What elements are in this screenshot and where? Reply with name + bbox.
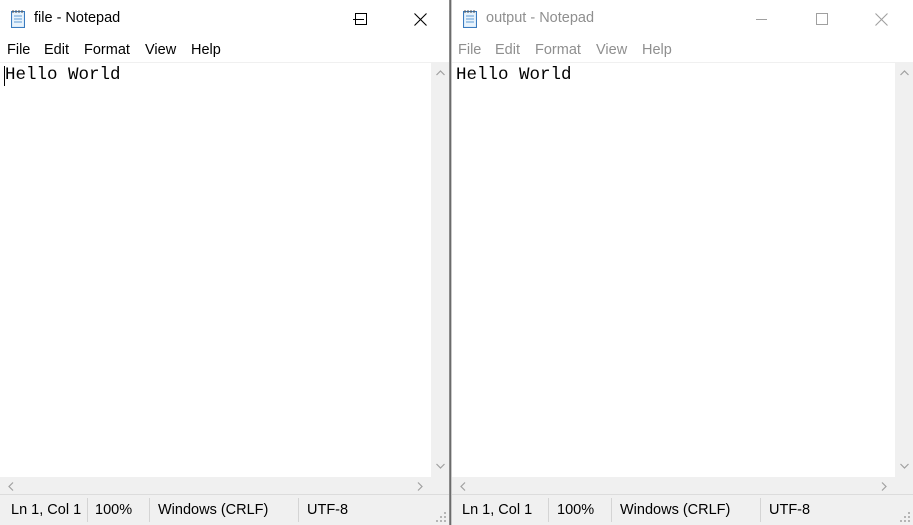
scrollbar-corner	[895, 477, 913, 495]
chevron-up-icon	[435, 70, 445, 76]
status-encoding: UTF-8	[769, 502, 811, 518]
menu-format[interactable]: Format	[84, 42, 130, 58]
status-divider	[298, 498, 299, 522]
menu-bar: File Edit Format View Help	[452, 38, 913, 62]
menu-bar: File Edit Format View Help	[0, 38, 449, 62]
text-editor[interactable]: Hello World	[0, 62, 431, 495]
menu-help[interactable]: Help	[191, 42, 221, 58]
maximize-button[interactable]	[338, 0, 384, 38]
chevron-left-icon	[8, 481, 14, 491]
minimize-icon	[756, 19, 767, 20]
status-encoding: UTF-8	[307, 502, 349, 518]
status-divider	[611, 498, 612, 522]
status-line-ending: Windows (CRLF)	[620, 502, 731, 518]
scroll-left-button[interactable]	[454, 477, 472, 495]
status-zoom: 100%	[95, 502, 133, 518]
notepad-icon[interactable]	[10, 9, 26, 28]
close-button[interactable]	[397, 0, 443, 38]
editor-content[interactable]: Hello World	[456, 65, 572, 85]
title-bar[interactable]: output - Notepad	[452, 0, 913, 38]
close-icon	[413, 12, 427, 26]
chevron-right-icon	[417, 481, 423, 491]
title-bar[interactable]: file - Notepad	[0, 0, 449, 38]
status-divider	[548, 498, 549, 522]
menu-format[interactable]: Format	[535, 42, 581, 58]
horizontal-scrollbar[interactable]	[452, 477, 895, 495]
maximize-icon	[816, 13, 828, 25]
window-title: output - Notepad	[486, 10, 595, 26]
menu-file[interactable]: File	[7, 42, 30, 58]
menu-help[interactable]: Help	[642, 42, 672, 58]
notepad-window-file[interactable]: file - Notepad File Edit Format View Hel…	[0, 0, 450, 525]
chevron-down-icon	[899, 463, 909, 469]
window-title: file - Notepad	[34, 10, 121, 26]
chevron-left-icon	[460, 481, 466, 491]
status-divider	[760, 498, 761, 522]
chevron-up-icon	[899, 70, 909, 76]
status-cursor-position: Ln 1, Col 1	[462, 502, 533, 518]
editor-content[interactable]: Hello World	[5, 65, 121, 85]
scroll-right-button[interactable]	[875, 477, 893, 495]
text-editor[interactable]: Hello World	[452, 62, 895, 495]
menu-edit[interactable]: Edit	[495, 42, 520, 58]
scroll-left-button[interactable]	[2, 477, 20, 495]
close-button[interactable]	[858, 0, 904, 38]
resize-grip-icon[interactable]	[899, 511, 911, 523]
vertical-scrollbar[interactable]	[431, 62, 449, 477]
scroll-up-button[interactable]	[431, 64, 449, 82]
chevron-right-icon	[881, 481, 887, 491]
menu-view[interactable]: View	[145, 42, 176, 58]
scroll-right-button[interactable]	[411, 477, 429, 495]
scroll-down-button[interactable]	[895, 457, 913, 475]
maximize-button[interactable]	[799, 0, 845, 38]
menu-view[interactable]: View	[596, 42, 627, 58]
scroll-down-button[interactable]	[431, 457, 449, 475]
close-icon	[874, 12, 888, 26]
resize-grip-icon[interactable]	[435, 511, 447, 523]
status-cursor-position: Ln 1, Col 1	[11, 502, 82, 518]
menu-edit[interactable]: Edit	[44, 42, 69, 58]
horizontal-scrollbar[interactable]	[0, 477, 431, 495]
status-line-ending: Windows (CRLF)	[158, 502, 269, 518]
minimize-button[interactable]	[739, 0, 785, 38]
status-bar: Ln 1, Col 1 100% Windows (CRLF) UTF-8	[0, 494, 449, 525]
maximize-icon	[355, 13, 367, 25]
vertical-scrollbar[interactable]	[895, 62, 913, 477]
notepad-icon[interactable]	[462, 9, 478, 28]
scrollbar-corner	[431, 477, 449, 495]
status-divider	[87, 498, 88, 522]
menu-file[interactable]: File	[458, 42, 481, 58]
notepad-window-output[interactable]: output - Notepad File Edit Format View H…	[451, 0, 913, 525]
scroll-up-button[interactable]	[895, 64, 913, 82]
status-zoom: 100%	[557, 502, 595, 518]
chevron-down-icon	[435, 463, 445, 469]
status-divider	[149, 498, 150, 522]
status-bar: Ln 1, Col 1 100% Windows (CRLF) UTF-8	[452, 494, 913, 525]
